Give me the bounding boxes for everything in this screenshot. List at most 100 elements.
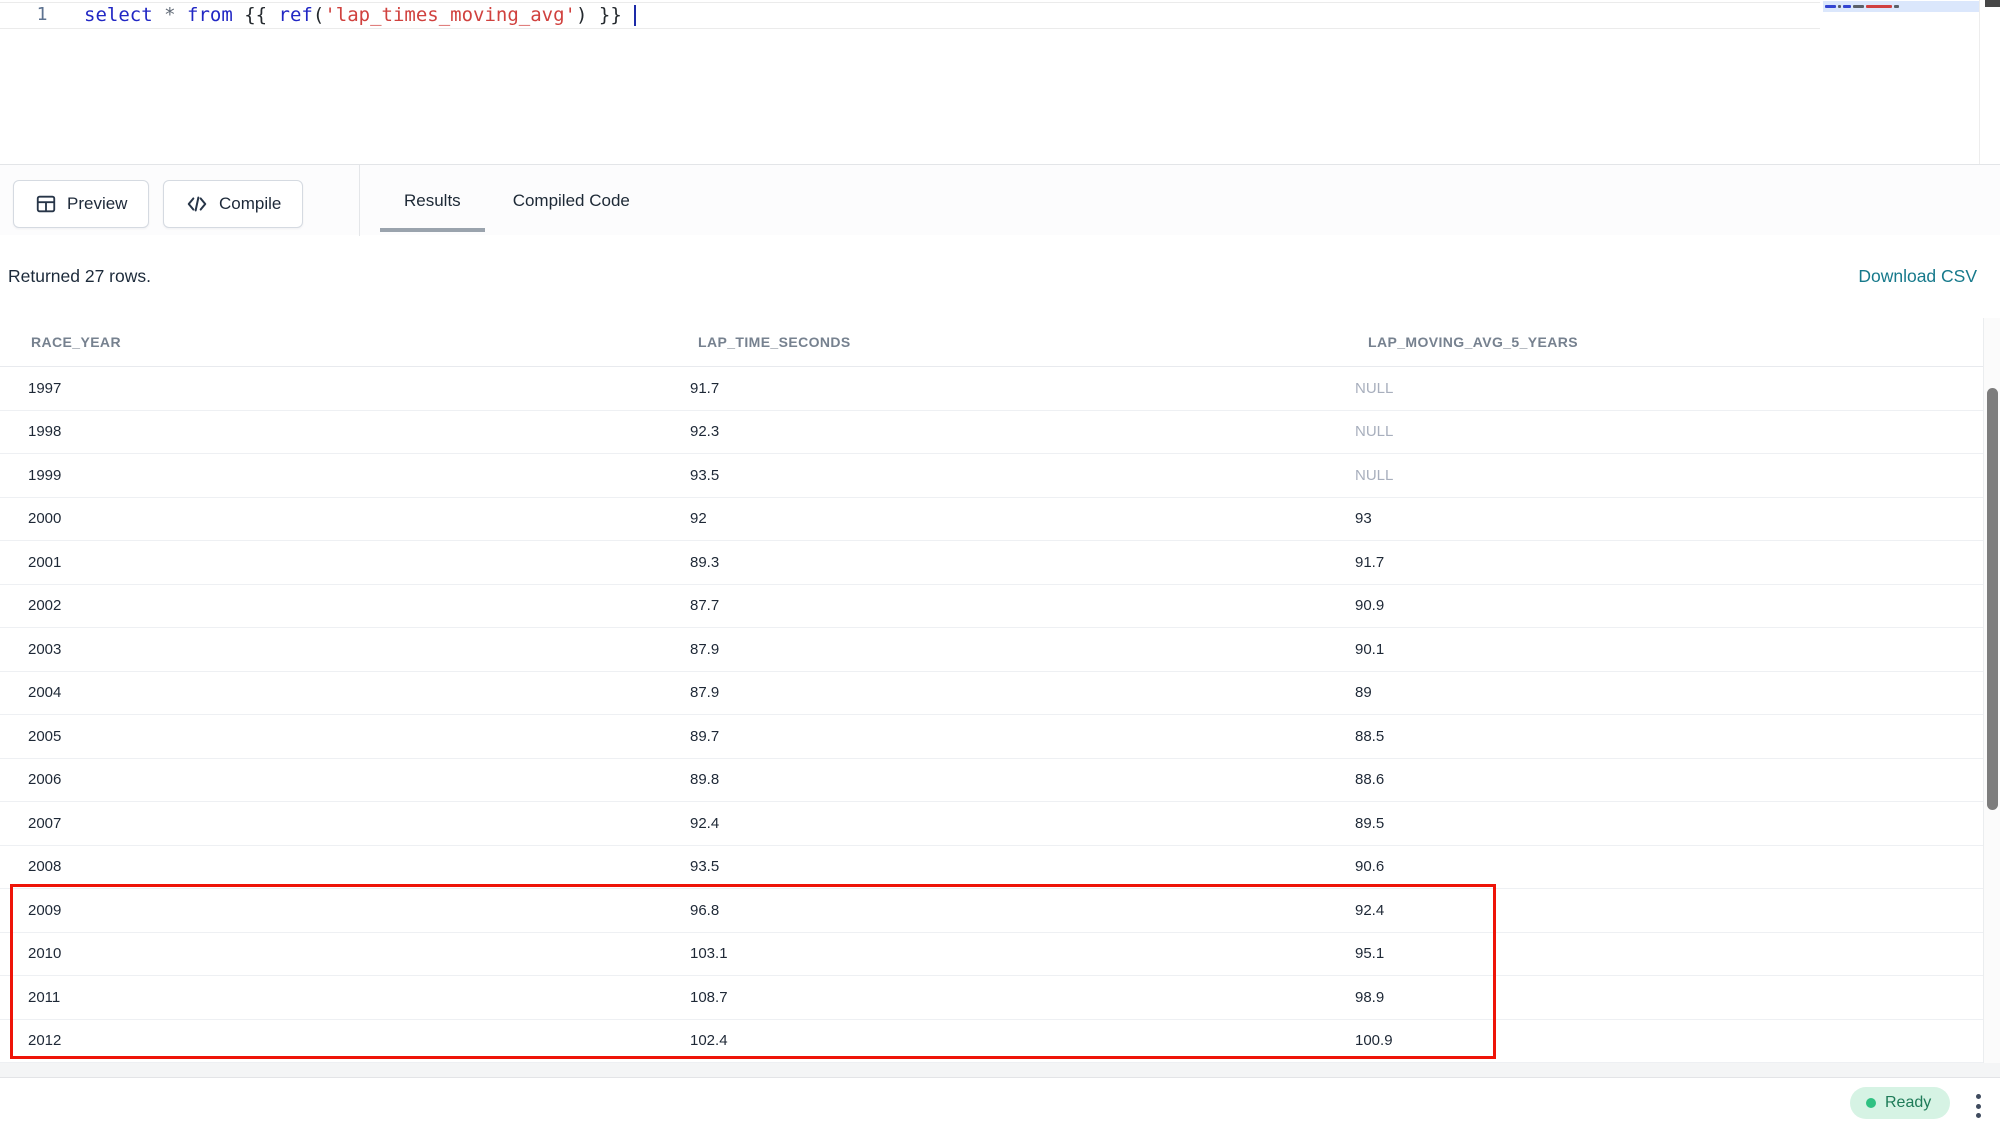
table-cell: 89.7 — [690, 728, 1355, 745]
table-cell: 1998 — [0, 423, 690, 440]
minimap-mark — [1894, 5, 1899, 8]
table-cell: 89 — [1355, 684, 1983, 701]
table-cell: 88.5 — [1355, 728, 1983, 745]
minimap[interactable] — [1823, 1, 1980, 12]
table-cell: 88.6 — [1355, 771, 1983, 788]
code-token — [176, 4, 187, 26]
table-row: 2010103.195.1 — [0, 933, 1983, 977]
code-token: ref — [279, 4, 313, 26]
minimap-mark — [1825, 5, 1836, 8]
horizontal-scrollbar-track[interactable] — [0, 1063, 2000, 1077]
table-row: 200689.888.6 — [0, 759, 1983, 803]
preview-button[interactable]: Preview — [13, 180, 149, 228]
tab-compiled-code[interactable]: Compiled Code — [489, 165, 654, 236]
table-cell: 1999 — [0, 467, 690, 484]
table-cell: NULL — [1355, 467, 1983, 484]
line-number: 1 — [30, 4, 54, 25]
table-cell: 96.8 — [690, 902, 1355, 919]
table-cell: 2002 — [0, 597, 690, 614]
minimap-mark — [1853, 5, 1864, 8]
table-row: 199791.7NULL — [0, 367, 1983, 411]
table-row: 199993.5NULL — [0, 454, 1983, 498]
table-row: 199892.3NULL — [0, 411, 1983, 455]
kebab-dot — [1976, 1113, 1981, 1118]
table-cell: 2012 — [0, 1032, 690, 1049]
table-cell: 2007 — [0, 815, 690, 832]
kebab-menu-button[interactable] — [1970, 1092, 1987, 1120]
table-cell: 2000 — [0, 510, 690, 527]
kebab-dot — [1976, 1094, 1981, 1099]
minimap-mark — [1843, 5, 1851, 8]
table-cell: 93.5 — [690, 467, 1355, 484]
table-cell: 87.7 — [690, 597, 1355, 614]
ready-dot-icon — [1866, 1098, 1876, 1108]
code-token: }} — [587, 4, 633, 26]
vertical-scrollbar-thumb[interactable] — [1987, 388, 1998, 810]
vertical-scrollbar-track[interactable] — [1983, 318, 2000, 1063]
status-badge[interactable]: Ready — [1850, 1087, 1950, 1119]
table-cell: 90.6 — [1355, 858, 1983, 875]
table-cell: 102.4 — [690, 1032, 1355, 1049]
code-token: 'lap_times_moving_avg' — [324, 4, 576, 26]
table-row: 200996.892.4 — [0, 889, 1983, 933]
table-cell: 103.1 — [690, 945, 1355, 962]
kebab-dot — [1976, 1104, 1981, 1109]
minimap-mark — [1866, 5, 1892, 8]
table-cell: 2004 — [0, 684, 690, 701]
table-cell: 92 — [690, 510, 1355, 527]
table-cell: 98.9 — [1355, 989, 1983, 1006]
code-token — [153, 4, 164, 26]
table-row: 200893.590.6 — [0, 846, 1983, 890]
table-cell: NULL — [1355, 423, 1983, 440]
table-row: 2012102.4100.9 — [0, 1020, 1983, 1064]
compile-button-label: Compile — [219, 194, 281, 214]
code-token: select — [84, 4, 153, 26]
table-row: 200792.489.5 — [0, 802, 1983, 846]
table-grid-icon — [35, 193, 57, 215]
table-cell: 87.9 — [690, 641, 1355, 658]
table-row: 200487.989 — [0, 672, 1983, 716]
table-cell: 93.5 — [690, 858, 1355, 875]
row-count-text: Returned 27 rows. — [8, 266, 151, 287]
table-cell: 2003 — [0, 641, 690, 658]
table-cell: 92.4 — [1355, 902, 1983, 919]
editor-scrollbar-thumb[interactable] — [1985, 0, 2000, 7]
table-cell: 89.8 — [690, 771, 1355, 788]
table-cell: 90.1 — [1355, 641, 1983, 658]
table-cell: 89.5 — [1355, 815, 1983, 832]
table-cell: 92.3 — [690, 423, 1355, 440]
status-badge-label: Ready — [1885, 1094, 1931, 1112]
sql-editor[interactable]: 1 select * from {{ ref('lap_times_moving… — [0, 0, 2000, 164]
table-cell: 2006 — [0, 771, 690, 788]
table-cell: 100.9 — [1355, 1032, 1983, 1049]
table-cell: 2010 — [0, 945, 690, 962]
column-header: LAP_MOVING_AVG_5_YEARS — [1355, 334, 1983, 350]
table-body: 199791.7NULL199892.3NULL199993.5NULL2000… — [0, 367, 1983, 1063]
table-cell: 87.9 — [690, 684, 1355, 701]
table-cell: 1997 — [0, 380, 690, 397]
preview-button-label: Preview — [67, 194, 127, 214]
code-token: from — [187, 4, 233, 26]
table-cell: 93 — [1355, 510, 1983, 527]
compile-button[interactable]: Compile — [163, 180, 303, 228]
table-cell: 2001 — [0, 554, 690, 571]
code-token: ) — [576, 4, 587, 26]
table-cell: 89.3 — [690, 554, 1355, 571]
table-row: 2011108.798.9 — [0, 976, 1983, 1020]
results-toolbar: Preview Compile ResultsCompiled Code — [0, 164, 2000, 235]
table-cell: 2008 — [0, 858, 690, 875]
table-cell: 90.9 — [1355, 597, 1983, 614]
table-row: 200589.788.5 — [0, 715, 1983, 759]
toolbar-divider — [359, 165, 360, 236]
download-csv-link[interactable]: Download CSV — [1858, 266, 1977, 287]
tab-results[interactable]: Results — [380, 165, 485, 236]
table-row: 200387.990.1 — [0, 628, 1983, 672]
table-row: 200287.790.9 — [0, 585, 1983, 629]
table-cell: 108.7 — [690, 989, 1355, 1006]
table-cell: 2011 — [0, 989, 690, 1006]
code-line[interactable]: select * from {{ ref('lap_times_moving_a… — [84, 3, 636, 27]
column-header: RACE_YEAR — [0, 334, 690, 350]
code-brackets-icon — [185, 193, 209, 215]
code-token: ( — [313, 4, 324, 26]
table-cell: 2009 — [0, 902, 690, 919]
